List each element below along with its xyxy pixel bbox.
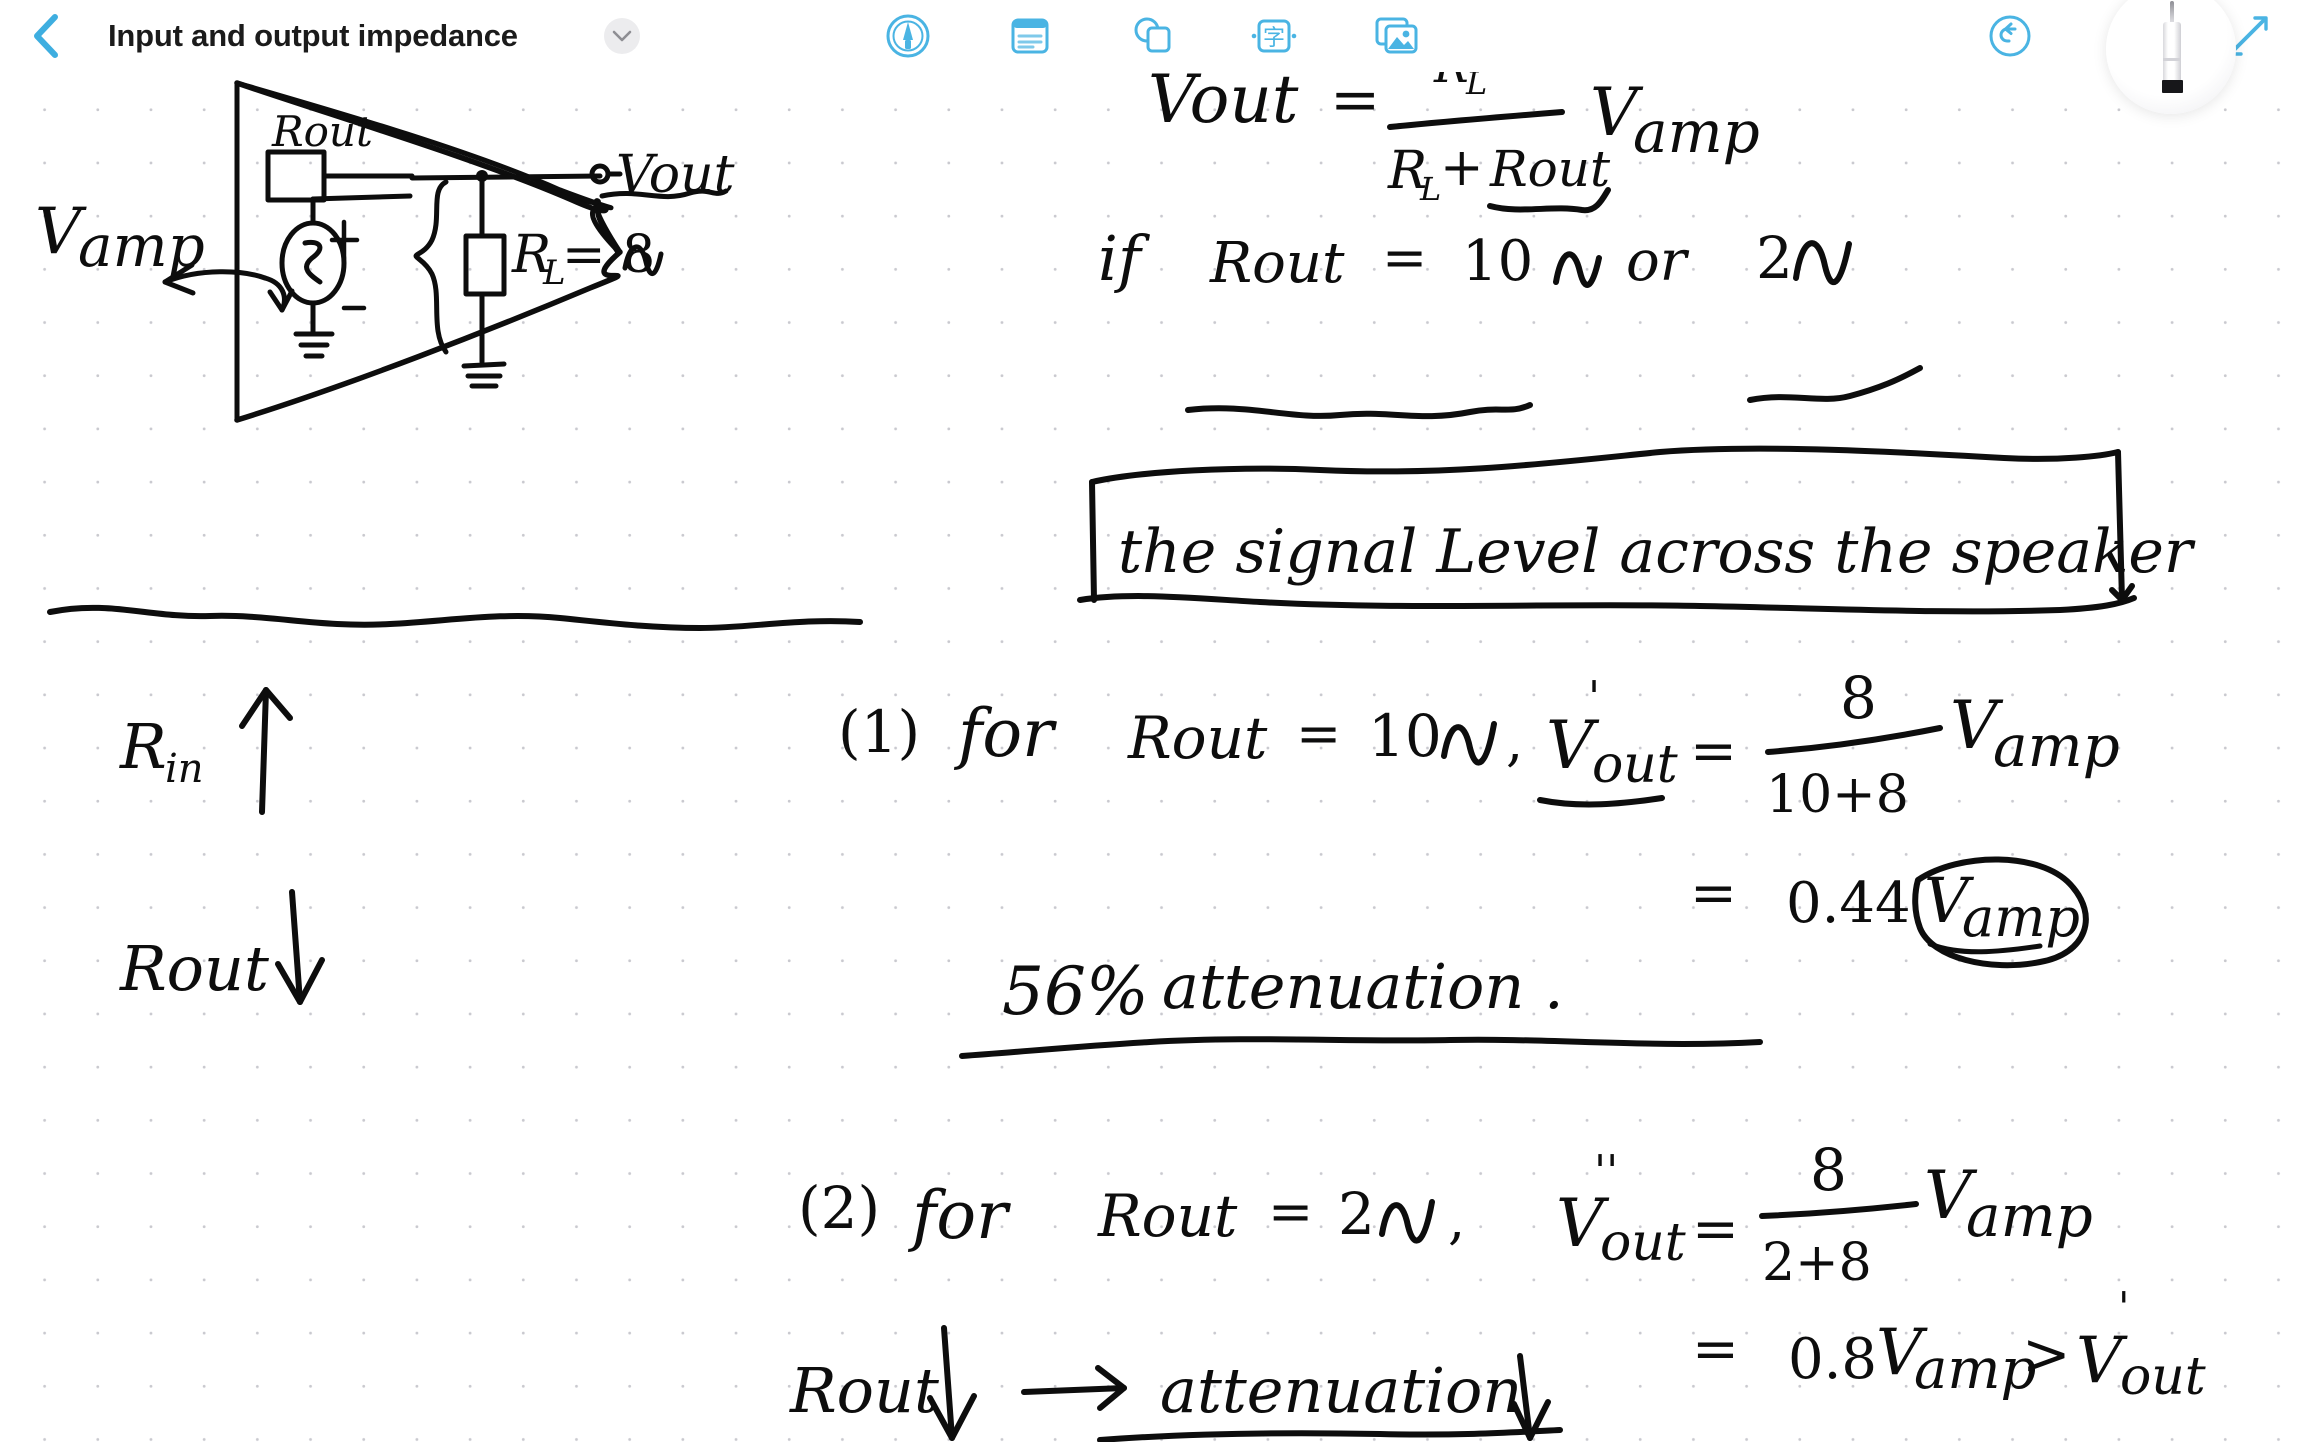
stylus-ring	[2163, 58, 2181, 61]
tool-draw-button[interactable]	[880, 8, 936, 64]
tool-shapes-button[interactable]	[1124, 8, 1180, 64]
photo-stack-icon	[1375, 17, 1418, 54]
note-lines-icon	[1011, 18, 1049, 54]
undo-icon	[1989, 15, 2031, 57]
chevron-down-icon	[612, 30, 632, 41]
note-canvas[interactable]	[0, 0, 2304, 1442]
tool-note-button[interactable]	[1002, 8, 1058, 64]
tool-image-button[interactable]	[1368, 8, 1424, 64]
back-button[interactable]	[22, 8, 70, 64]
notes-app-window: V amp Rout Vout R L = 8 Vout = L R L + R…	[0, 0, 2304, 1442]
shapes-icon	[1134, 17, 1171, 53]
pen-circle-icon	[886, 14, 930, 58]
undo-button[interactable]	[1982, 8, 2038, 64]
app-header: Input and output impedance 字	[0, 0, 2304, 72]
page-title: Input and output impedance	[108, 18, 518, 53]
text-box-icon: 字	[1251, 19, 1297, 53]
title-dropdown-button[interactable]	[604, 18, 640, 54]
svg-text:字: 字	[1263, 26, 1285, 51]
chevron-left-icon	[34, 14, 58, 58]
tool-textbox-button[interactable]: 字	[1246, 8, 1302, 64]
stylus-band	[2162, 80, 2183, 93]
